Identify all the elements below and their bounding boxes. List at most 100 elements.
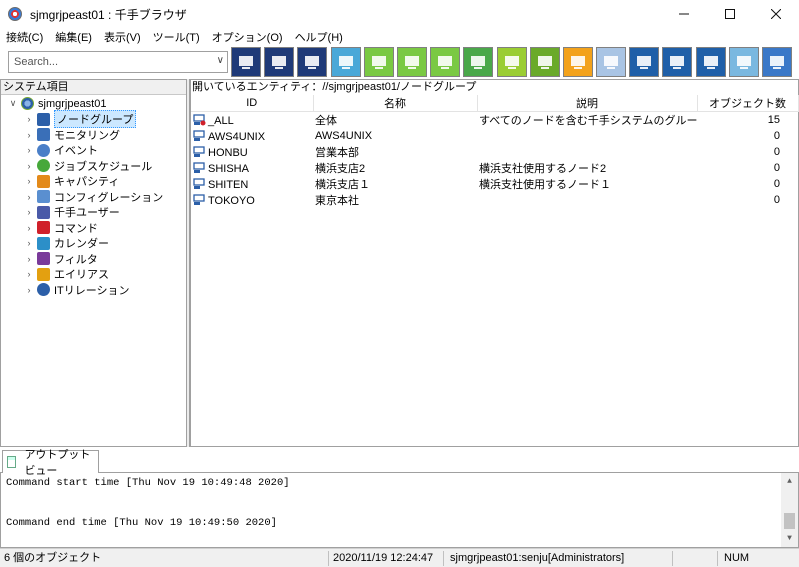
search-box[interactable]: ∨ xyxy=(8,51,228,73)
grid-button[interactable] xyxy=(596,47,627,77)
puzzle-check-button[interactable] xyxy=(396,47,427,77)
node-group-icon xyxy=(37,112,50,126)
chevron-right-icon[interactable]: › xyxy=(24,223,34,233)
menu-tools[interactable]: ツール(T) xyxy=(147,29,206,45)
chart-doc-button[interactable] xyxy=(496,47,527,77)
event-icon xyxy=(37,143,50,157)
tree-item-label: フィルタ xyxy=(54,253,98,266)
list-doc-button[interactable] xyxy=(529,47,560,77)
bar-chart-button[interactable] xyxy=(562,47,593,77)
tree-item-job-schedule[interactable]: › ジョブスケジュール xyxy=(1,158,186,174)
tree-item-label: コマンド xyxy=(54,222,98,235)
table-row[interactable]: TOKOYO 東京本社 0 xyxy=(191,192,798,208)
table-row[interactable]: SHISHA 横浜支店2 横浜支社使用するノード2 0 xyxy=(191,160,798,176)
cell-name: 横浜支店2 xyxy=(315,163,366,175)
system-tree-pane: システム項目 ∨ sjmgrjpeast01 › ノードグループ › モニタリング › イ… xyxy=(0,79,186,447)
chevron-right-icon[interactable]: › xyxy=(24,130,34,140)
menu-view[interactable]: 表示(V) xyxy=(98,29,147,45)
table-row[interactable]: _ALL 全体 すべてのノードを含む千手システムのグループ 15 xyxy=(191,112,798,129)
status-divider xyxy=(672,551,673,566)
menu-edit[interactable]: 編集(E) xyxy=(49,29,98,45)
chevron-down-icon[interactable]: ∨ xyxy=(8,98,18,109)
cell-id: SHITEN xyxy=(191,176,313,192)
tab-output-view[interactable]: アウトプットビュー xyxy=(2,449,99,477)
tree-item-calendar[interactable]: › カレンダー xyxy=(1,236,186,252)
cell-object-count: 0 xyxy=(773,178,780,190)
tree-item-configuration[interactable]: › コンフィグレーション xyxy=(1,189,186,205)
chevron-right-icon[interactable]: › xyxy=(24,161,34,171)
menu-connect[interactable]: 接続(C) xyxy=(0,29,49,45)
scroll-thumb[interactable] xyxy=(784,513,795,529)
table-row[interactable]: SHITEN 横浜支店１ 横浜支社使用するノード１ 0 xyxy=(191,176,798,192)
puzzle-check-icon xyxy=(404,56,419,69)
scroll-down-icon[interactable]: ▼ xyxy=(781,530,798,547)
message-button[interactable] xyxy=(330,47,361,77)
tree-item-filter[interactable]: › フィルタ xyxy=(1,251,186,267)
scroll-up-icon[interactable]: ▲ xyxy=(781,473,798,490)
chevron-right-icon[interactable]: › xyxy=(24,176,34,186)
menu-bar: 接続(C) 編集(E) 表示(V) ツール(T) オプション(O) ヘルプ(H) xyxy=(0,28,799,45)
tree-item-alias[interactable]: › エイリアス xyxy=(1,267,186,283)
tree-item-user[interactable]: › 千手ユーザー xyxy=(1,205,186,221)
table-row[interactable]: AWS4UNIX AWS4UNIX 0 xyxy=(191,128,798,144)
tree-root[interactable]: ∨ sjmgrjpeast01 xyxy=(1,96,186,112)
window-export-button[interactable] xyxy=(695,47,726,77)
chevron-down-icon[interactable]: ∨ xyxy=(217,55,224,66)
grid-icon xyxy=(604,56,619,69)
table-row[interactable]: HONBU 営業本部 0 xyxy=(191,144,798,160)
puzzle-add-button[interactable] xyxy=(430,47,461,77)
tree-item-label: イベント xyxy=(54,145,98,158)
column-header-id[interactable]: ID xyxy=(191,95,314,112)
monitor-settings-button[interactable] xyxy=(297,47,328,77)
entity-path: 開いているエンティティ：//sjmgrjpeast01/ノードグループ xyxy=(191,80,798,95)
search-input[interactable] xyxy=(14,56,204,68)
tree-item-capacity[interactable]: › キャパシティ xyxy=(1,174,186,190)
job-schedule-icon xyxy=(37,159,50,173)
capacity-icon xyxy=(37,174,50,188)
cell-name: 東京本社 xyxy=(315,195,359,207)
tree-item-it-relation[interactable]: › ITリレーション xyxy=(1,282,186,298)
toolbar: ∨ xyxy=(0,45,799,79)
chevron-right-icon[interactable]: › xyxy=(24,192,34,202)
chevron-right-icon[interactable]: › xyxy=(24,254,34,264)
minimize-button[interactable] xyxy=(661,0,707,28)
chevron-right-icon[interactable]: › xyxy=(24,207,34,217)
close-button[interactable] xyxy=(753,0,799,28)
output-view[interactable]: Command start time [Thu Nov 19 10:49:48 … xyxy=(0,473,799,548)
window-arrow-icon xyxy=(637,56,652,69)
menu-options[interactable]: オプション(O) xyxy=(206,29,289,45)
tree-item-label: 千手ユーザー xyxy=(54,207,120,220)
chevron-right-icon[interactable]: › xyxy=(24,285,34,295)
log-button[interactable] xyxy=(728,47,759,77)
message-icon xyxy=(338,56,353,69)
column-header-description[interactable]: 説明 xyxy=(477,95,698,112)
chevron-right-icon[interactable]: › xyxy=(24,269,34,279)
tree-item-command[interactable]: › コマンド xyxy=(1,220,186,236)
maximize-button[interactable] xyxy=(707,0,753,28)
display-check-button[interactable] xyxy=(463,47,494,77)
calendar-icon xyxy=(37,236,50,250)
tree-item-label: カレンダー xyxy=(54,238,109,251)
column-header-object-count[interactable]: オブジェクト数 xyxy=(697,95,799,112)
output-scrollbar[interactable]: ▲ ▼ xyxy=(781,473,798,547)
puzzle-button[interactable] xyxy=(363,47,394,77)
chevron-right-icon[interactable]: › xyxy=(24,145,34,155)
node-group-icon xyxy=(193,161,205,173)
radar-button[interactable] xyxy=(762,47,792,77)
chevron-right-icon[interactable]: › xyxy=(24,238,34,248)
column-header-name[interactable]: 名称 xyxy=(313,95,478,112)
node-map-button[interactable] xyxy=(231,47,261,77)
app-logo-icon xyxy=(8,7,22,21)
cell-name: 横浜支店１ xyxy=(315,179,370,191)
menu-help[interactable]: ヘルプ(H) xyxy=(289,29,349,45)
tree-item-monitoring[interactable]: › モニタリング xyxy=(1,127,186,143)
window-check-button[interactable] xyxy=(662,47,693,77)
cell-description: すべてのノードを含む千手システムのグループ xyxy=(479,115,697,127)
tree-item-event[interactable]: › イベント xyxy=(1,143,186,159)
tree-item-label: エイリアス xyxy=(54,269,109,282)
window-arrow-button[interactable] xyxy=(629,47,660,77)
maximize-icon xyxy=(725,9,735,19)
monitor-button[interactable] xyxy=(264,47,295,77)
chevron-right-icon[interactable]: › xyxy=(24,114,34,124)
tree-item-node-group[interactable]: › ノードグループ xyxy=(1,110,186,129)
